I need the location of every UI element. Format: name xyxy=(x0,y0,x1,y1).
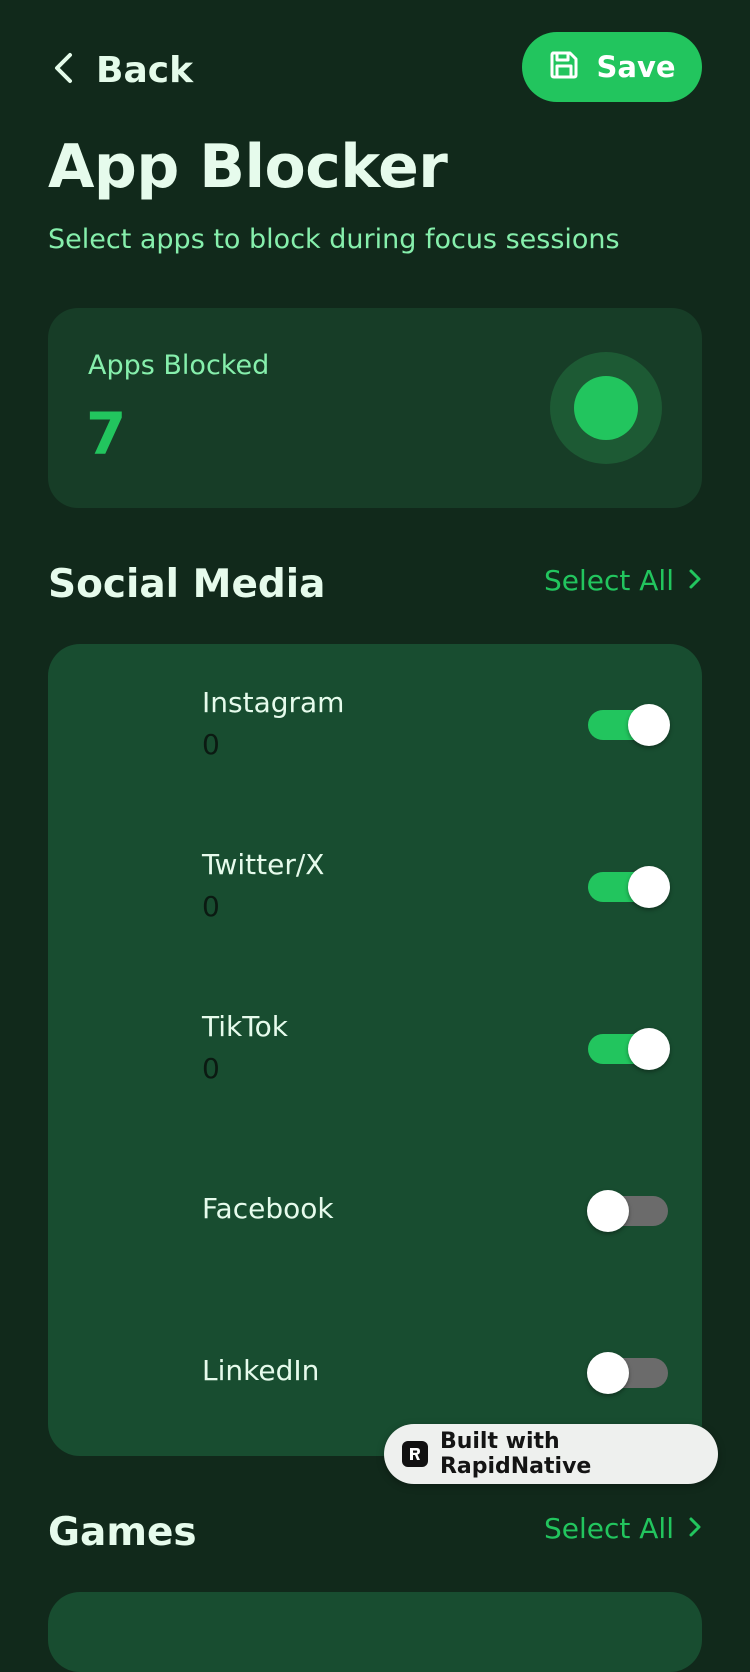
back-label: Back xyxy=(96,49,194,91)
select-all-label: Select All xyxy=(544,564,674,597)
header: Back Save xyxy=(0,0,750,140)
linkedin-block-toggle[interactable] xyxy=(587,1352,668,1394)
chevron-right-icon xyxy=(688,1512,702,1545)
app-name: Instagram xyxy=(202,686,345,719)
back-button[interactable]: Back xyxy=(52,42,193,98)
select-all-games-button[interactable]: Select All xyxy=(544,1512,702,1545)
app-usage-count: 0 xyxy=(202,1052,220,1085)
section-title-games: Games xyxy=(48,1510,197,1555)
built-with-badge[interactable]: Built with RapidNative xyxy=(384,1424,718,1484)
facebook-block-toggle[interactable] xyxy=(587,1190,668,1232)
apps-blocked-label: Apps Blocked xyxy=(88,350,270,381)
toggle-knob xyxy=(628,1028,670,1070)
app-usage-count: 0 xyxy=(202,890,220,923)
chevron-left-icon xyxy=(52,51,74,89)
apps-blocked-count: 7 xyxy=(86,400,127,468)
page-title: App Blocker xyxy=(48,132,448,202)
apps-blocked-card: Apps Blocked 7 xyxy=(48,308,702,508)
app-name: Facebook xyxy=(202,1192,334,1225)
social-media-section-header: Social Media Select All xyxy=(48,554,702,614)
save-label: Save xyxy=(596,50,676,84)
toggle-knob xyxy=(587,1352,629,1394)
games-section-header: Games Select All xyxy=(48,1502,702,1562)
games-app-list xyxy=(48,1592,702,1672)
app-row-tiktok: TikTok 0 xyxy=(48,968,702,1130)
rapidnative-logo-icon xyxy=(402,1441,428,1467)
status-ring-icon xyxy=(550,352,662,464)
app-name: Twitter/X xyxy=(202,848,325,881)
select-all-social-media-button[interactable]: Select All xyxy=(544,564,702,597)
page-subtitle: Select apps to block during focus sessio… xyxy=(48,224,620,255)
chevron-right-icon xyxy=(688,564,702,597)
tiktok-block-toggle[interactable] xyxy=(588,1028,670,1070)
app-name: LinkedIn xyxy=(202,1354,320,1387)
toggle-knob xyxy=(628,704,670,746)
save-button[interactable]: Save xyxy=(522,32,702,102)
app-name: TikTok xyxy=(202,1010,288,1043)
app-usage-count: 0 xyxy=(202,728,220,761)
status-dot-icon xyxy=(574,376,638,440)
twitter-block-toggle[interactable] xyxy=(588,866,670,908)
social-media-app-list: Instagram 0 Twitter/X 0 TikTok 0 Faceboo… xyxy=(48,644,702,1456)
app-row-facebook: Facebook xyxy=(48,1130,702,1292)
section-title-social-media: Social Media xyxy=(48,562,326,607)
save-icon xyxy=(548,49,580,85)
instagram-block-toggle[interactable] xyxy=(588,704,670,746)
toggle-knob xyxy=(587,1190,629,1232)
app-row-twitter: Twitter/X 0 xyxy=(48,806,702,968)
select-all-label: Select All xyxy=(544,1512,674,1545)
app-row-instagram: Instagram 0 xyxy=(48,644,702,806)
toggle-knob xyxy=(628,866,670,908)
badge-text: Built with RapidNative xyxy=(439,1429,592,1479)
